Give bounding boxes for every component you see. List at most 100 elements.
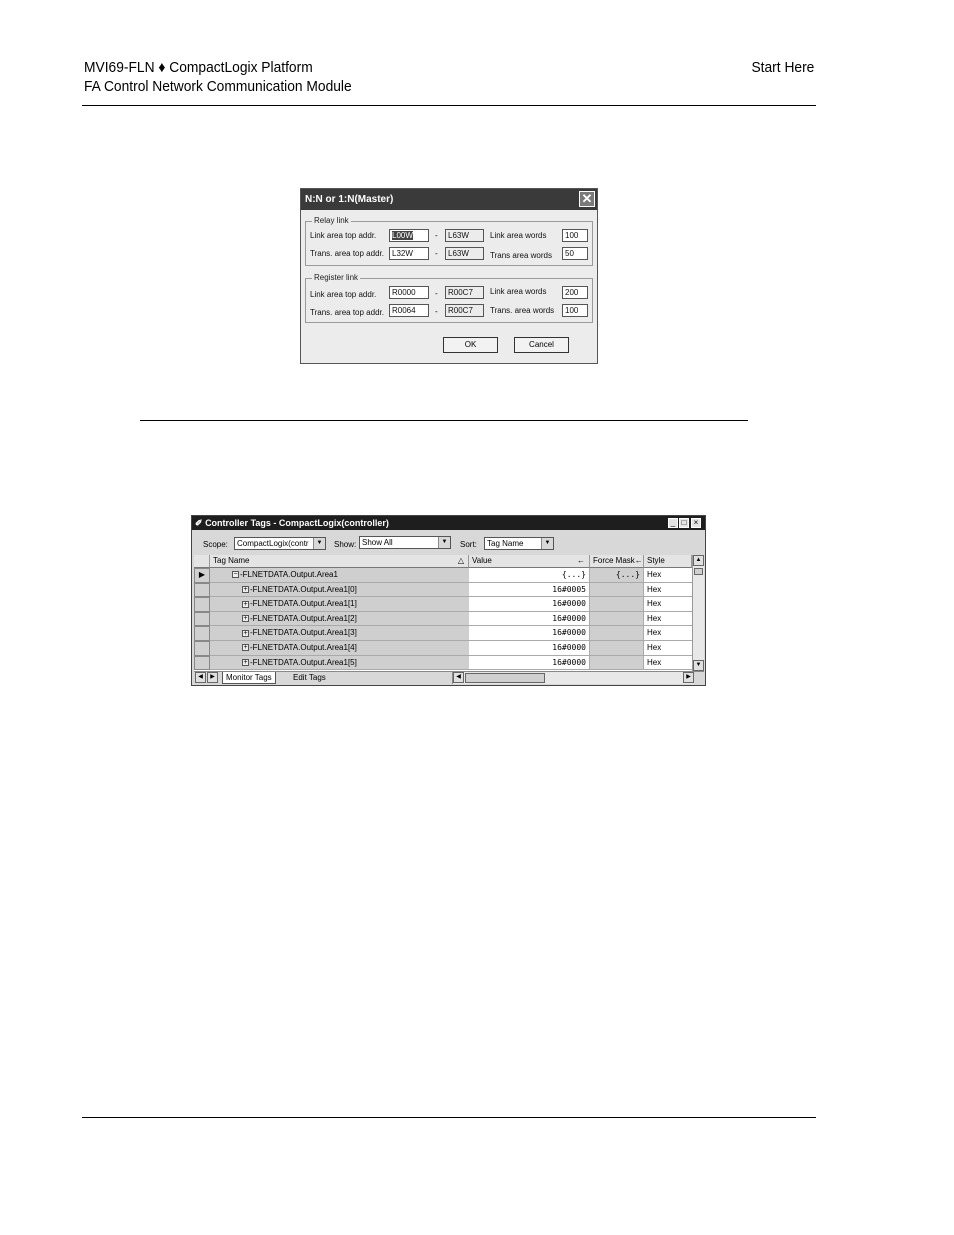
style-cell[interactable]: Hex — [644, 582, 692, 598]
ok-button[interactable]: OK — [443, 337, 498, 353]
range-dash: - — [435, 289, 438, 298]
link-settings-dialog: N:N or 1:N(Master) ✕ Relay link Link are… — [300, 188, 598, 364]
row-selector[interactable] — [194, 582, 210, 598]
force-mask-cell[interactable]: {...} — [590, 568, 644, 583]
scroll-left-icon[interactable]: ◀ — [453, 672, 464, 683]
row-selector[interactable]: ▶ — [194, 568, 210, 583]
value-cell[interactable]: {...} — [469, 568, 590, 583]
table-row[interactable]: ▶ − -FLNETDATA.Output.Area1 {...} {...} Hex — [194, 568, 692, 583]
tag-name-cell[interactable]: − -FLNETDATA.Output.Area1 — [210, 568, 469, 583]
tab-monitor-tags[interactable]: Monitor Tags — [222, 672, 276, 684]
row-selector[interactable] — [194, 641, 210, 656]
cancel-button[interactable]: Cancel — [514, 337, 569, 353]
chevron-down-icon[interactable]: ▼ — [438, 537, 450, 548]
force-mask-cell[interactable] — [590, 597, 644, 612]
header-product-line: MVI69-FLN ♦ CompactLogix Platform — [84, 59, 313, 76]
tag-name-cell[interactable]: + -FLNETDATA.Output.Area1[0] — [210, 582, 469, 598]
force-mask-cell[interactable] — [590, 582, 644, 598]
tab-edit-tags[interactable]: Edit Tags — [290, 672, 329, 684]
scroll-thumb[interactable] — [694, 568, 703, 575]
style-cell[interactable]: Hex — [644, 655, 692, 671]
register-link-legend: Register link — [312, 273, 361, 283]
style-cell[interactable]: Hex — [644, 568, 692, 583]
table-row[interactable]: + -FLNETDATA.Output.Area1[4] 16#0000 Hex — [194, 641, 692, 656]
tag-name-cell[interactable]: + -FLNETDATA.Output.Area1[4] — [210, 641, 469, 656]
tab-scroll-right-icon[interactable]: ▶ — [207, 672, 218, 683]
expand-icon[interactable]: + — [242, 629, 249, 637]
style-cell[interactable]: Hex — [644, 626, 692, 641]
force-mask-cell[interactable] — [590, 626, 644, 641]
value-cell[interactable]: 16#0005 — [469, 582, 590, 598]
force-mask-cell[interactable] — [590, 655, 644, 671]
value-cell[interactable]: 16#0000 — [469, 611, 590, 627]
row-selector[interactable] — [194, 655, 210, 671]
expand-icon[interactable]: + — [242, 600, 249, 608]
window-title-bar: ✐ Controller Tags - CompactLogix(control… — [192, 516, 705, 530]
value-cell[interactable]: 16#0000 — [469, 641, 590, 656]
row-selector[interactable] — [194, 626, 210, 641]
table-row[interactable]: + -FLNETDATA.Output.Area1[5] 16#0000 Hex — [194, 655, 692, 671]
close-icon[interactable]: × — [691, 518, 701, 528]
tag-name: -FLNETDATA.Output.Area1[2] — [250, 613, 357, 623]
close-icon[interactable]: ✕ — [579, 191, 595, 207]
collapse-icon[interactable]: − — [232, 571, 239, 579]
row-selector[interactable] — [194, 611, 210, 627]
register-trans-top-field[interactable]: R0064 — [389, 304, 429, 317]
table-row[interactable]: + -FLNETDATA.Output.Area1[0] 16#0005 Hex — [194, 582, 692, 598]
sort-select[interactable]: Tag Name ▼ — [484, 537, 554, 550]
relay-link-top-field[interactable]: L00W — [389, 229, 429, 242]
style-cell[interactable]: Hex — [644, 597, 692, 612]
expand-icon[interactable]: + — [242, 615, 249, 623]
show-select[interactable]: Show All ▼ — [359, 536, 451, 549]
column-tag-name-label: Tag Name — [213, 556, 250, 565]
value-cell[interactable]: 16#0000 — [469, 655, 590, 671]
hscroll-thumb[interactable] — [465, 673, 545, 683]
table-row[interactable]: + -FLNETDATA.Output.Area1[2] 16#0000 Hex — [194, 611, 692, 627]
chevron-down-icon[interactable]: ▼ — [313, 538, 325, 549]
tag-name-cell[interactable]: + -FLNETDATA.Output.Area1[1] — [210, 597, 469, 612]
range-dash: - — [435, 231, 438, 240]
style-cell[interactable]: Hex — [644, 641, 692, 656]
value-cell[interactable]: 16#0000 — [469, 626, 590, 641]
style-cell[interactable]: Hex — [644, 611, 692, 627]
chevron-down-icon[interactable]: ▼ — [541, 538, 553, 549]
header-section-title: Start Here — [751, 59, 814, 76]
register-link-words-field[interactable]: 200 — [562, 286, 588, 299]
force-mask-cell[interactable] — [590, 611, 644, 627]
minimize-icon[interactable]: _ — [668, 518, 678, 528]
column-header-value[interactable]: Value ← — [469, 555, 590, 568]
relay-link-words-field[interactable]: 100 — [562, 229, 588, 242]
scroll-right-icon[interactable]: ▶ — [683, 672, 694, 683]
column-header-tag-name[interactable]: Tag Name △ — [210, 555, 469, 568]
tag-name: -FLNETDATA.Output.Area1[1] — [250, 599, 357, 609]
expand-icon[interactable]: + — [242, 658, 249, 666]
maximize-icon[interactable]: □ — [679, 518, 689, 528]
document-header: MVI69-FLN ♦ CompactLogix Platform FA Con… — [84, 58, 352, 96]
scroll-up-icon[interactable]: ▲ — [693, 555, 704, 566]
relay-trans-words-label: Trans area words — [490, 251, 552, 260]
scroll-down-icon[interactable]: ▼ — [693, 660, 704, 671]
tag-name-cell[interactable]: + -FLNETDATA.Output.Area1[2] — [210, 611, 469, 627]
register-link-top-label: Link area top addr. — [310, 290, 377, 299]
tag-name-cell[interactable]: + -FLNETDATA.Output.Area1[5] — [210, 655, 469, 671]
register-link-top-field[interactable]: R0000 — [389, 286, 429, 299]
table-row[interactable]: + -FLNETDATA.Output.Area1[1] 16#0000 Hex — [194, 597, 692, 612]
row-selector[interactable] — [194, 597, 210, 612]
expand-icon[interactable]: + — [242, 644, 249, 652]
table-row[interactable]: + -FLNETDATA.Output.Area1[3] 16#0000 Hex — [194, 626, 692, 641]
horizontal-scrollbar[interactable]: ◀ ▶ — [452, 672, 694, 684]
column-header-style[interactable]: Style — [644, 555, 692, 568]
tag-name-cell[interactable]: + -FLNETDATA.Output.Area1[3] — [210, 626, 469, 641]
expand-icon[interactable]: + — [242, 585, 249, 593]
value-cell[interactable]: 16#0000 — [469, 597, 590, 612]
relay-trans-words-field[interactable]: 50 — [562, 247, 588, 260]
relay-trans-top-field[interactable]: L32W — [389, 247, 429, 260]
tab-scroll-left-icon[interactable]: ◀ — [195, 672, 206, 683]
column-header-force-mask[interactable]: Force Mask← — [590, 555, 644, 568]
register-trans-words-field[interactable]: 100 — [562, 304, 588, 317]
vertical-scrollbar[interactable]: ▲ ▼ — [692, 555, 704, 671]
force-mask-cell[interactable] — [590, 641, 644, 656]
scope-select[interactable]: CompactLogix(contr ▼ — [234, 537, 326, 550]
sort-label: Sort: — [460, 540, 477, 549]
tag-name: -FLNETDATA.Output.Area1[3] — [250, 628, 357, 638]
